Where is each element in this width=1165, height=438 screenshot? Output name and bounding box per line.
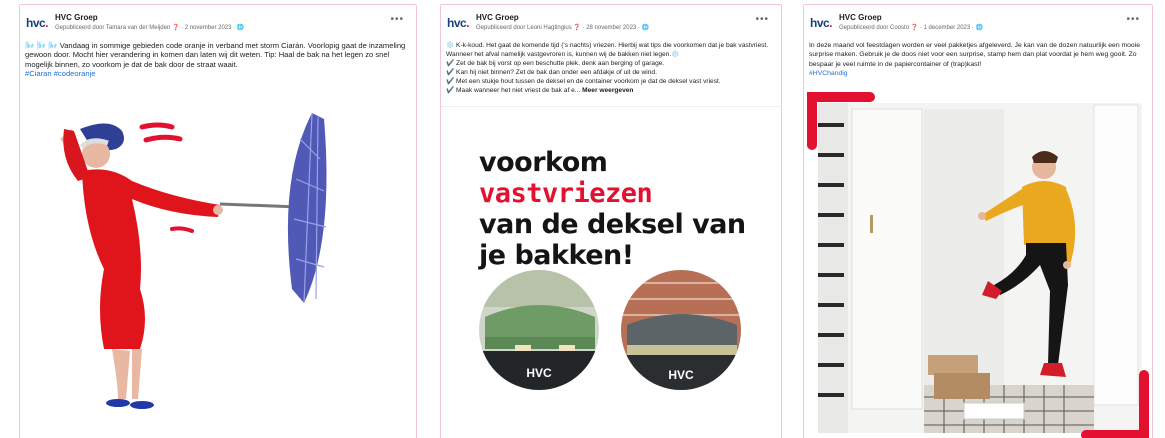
see-more-link[interactable]: Meer weergeven: [582, 87, 633, 94]
hashtags[interactable]: #Ciaran #codeoranje: [25, 69, 96, 78]
post-meta: Gepubliceerd door Leoni Hagtingius ❓ · 2…: [476, 25, 650, 31]
post-text: 🌬️ 🌬️ 🌬️ Vandaag in sommige gebieden cod…: [25, 41, 406, 79]
post-card-storm: hvc. HVC Groep Gepubliceerd door Tamara …: [19, 4, 417, 438]
more-horizontal-icon[interactable]: •••: [755, 14, 769, 25]
post-card-frost: hvc. HVC Groep Gepubliceerd door Leoni H…: [440, 4, 782, 438]
post-card-boxes: hvc. HVC Groep Gepubliceerd door Coosto …: [803, 4, 1153, 438]
tip-item: ✔️ Kan hij niet binnen? Zet de bak dan o…: [446, 69, 657, 76]
bin-logo-text: HVC: [526, 366, 552, 380]
tip-item: ✔️ Maak wanneer het niet vriest de bak a…: [446, 87, 581, 94]
hashtags[interactable]: #HVChandig: [809, 70, 848, 77]
tip-item: ✔️ Zet de bak bij vorst op een beschutte…: [446, 60, 665, 67]
illustration-woman-umbrella: [60, 112, 327, 409]
more-horizontal-icon[interactable]: •••: [1126, 14, 1140, 25]
photo-boy-stamping-box: [807, 92, 1149, 438]
page-name[interactable]: HVC Groep: [55, 13, 98, 22]
hvc-logo-avatar[interactable]: hvc.: [25, 13, 49, 33]
post-image-boxes[interactable]: [804, 85, 1152, 438]
more-horizontal-icon[interactable]: •••: [390, 14, 404, 25]
page-name[interactable]: HVC Groep: [839, 13, 882, 22]
post-header: hvc. HVC Groep Gepubliceerd door Leoni H…: [441, 5, 781, 39]
bin-logo-text: HVC: [668, 368, 694, 382]
post-image-storm[interactable]: [20, 99, 416, 438]
post-image-frost[interactable]: voorkom vastvriezen van de deksel van je…: [441, 106, 781, 438]
hvc-logo-avatar[interactable]: hvc.: [809, 13, 833, 33]
post-text: In deze maand vol feestdagen worden er v…: [809, 42, 1140, 77]
post-meta: Gepubliceerd door Coosto ❓ · 1 december …: [839, 25, 984, 31]
post-header: hvc. HVC Groep Gepubliceerd door Tamara …: [20, 5, 416, 39]
bin-photos: HVC HVC: [479, 270, 741, 390]
post-meta: Gepubliceerd door Tamara van der Meijden…: [55, 25, 245, 31]
post-header: hvc. HVC Groep Gepubliceerd door Coosto …: [804, 5, 1152, 39]
page-name[interactable]: HVC Groep: [476, 13, 519, 22]
hvc-logo-avatar[interactable]: hvc.: [446, 13, 470, 33]
post-text: ❄️ K-k-koud. Het gaat de komende tijd ('…: [446, 42, 769, 94]
tip-item: ✔️ Met een stukje hout tussen de deksel …: [446, 78, 721, 85]
